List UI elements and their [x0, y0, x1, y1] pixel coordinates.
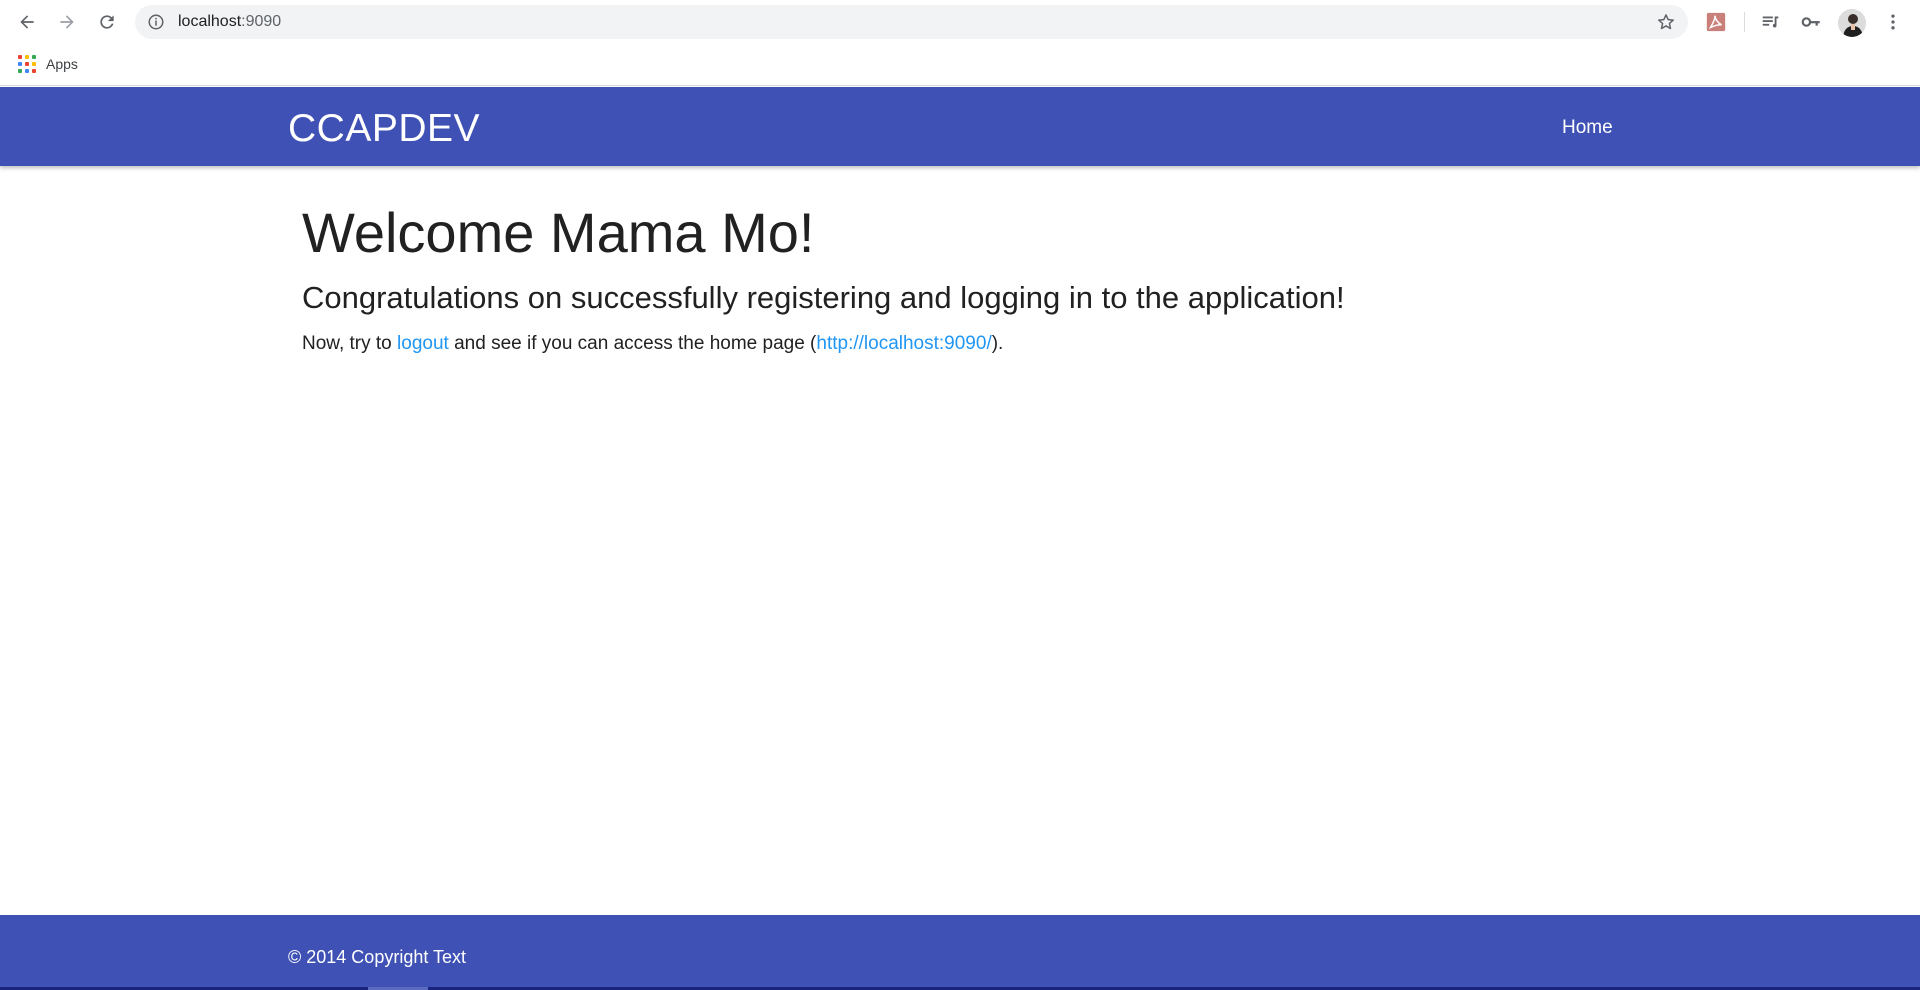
logout-link[interactable]: logout [397, 333, 449, 354]
url-port: :9090 [241, 13, 282, 30]
home-page-link[interactable]: http://localhost:9090/ [816, 333, 991, 354]
welcome-heading: Welcome Mama Mo! [302, 201, 815, 264]
bookmarks-bar: Apps [0, 44, 1920, 84]
password-key-button[interactable] [1795, 6, 1827, 38]
media-queue-icon [1762, 16, 1779, 28]
brand-logo-link[interactable]: CCAPDEV [288, 107, 480, 151]
instructions-suffix: ). [991, 333, 1004, 354]
info-icon[interactable] [147, 13, 165, 31]
reload-button[interactable] [91, 6, 123, 38]
nav-link-home[interactable]: Home [1562, 117, 1613, 139]
forward-icon [60, 15, 74, 29]
congrats-subheading: Congratulations on successfully register… [302, 280, 1345, 315]
browser-chrome: localhost:9090 Apps [0, 0, 1920, 86]
star-icon[interactable] [1656, 12, 1676, 32]
apps-bookmark[interactable]: Apps [18, 52, 78, 76]
instructions-middle: and see if you can access the home page … [448, 333, 817, 354]
reload-icon [100, 15, 114, 29]
menu-icon [1891, 14, 1895, 30]
instructions-text: Now, try to logout and see if you can ac… [302, 332, 1622, 356]
instructions-prefix: Now, try to [302, 333, 398, 354]
extension-separator [1744, 12, 1745, 32]
key-icon [1801, 17, 1820, 27]
url-text[interactable]: localhost:9090 [178, 13, 281, 31]
avatar-icon [1838, 9, 1866, 37]
page-footer: © 2014 Copyright Text [0, 915, 1920, 990]
acrobat-extension-icon [1706, 12, 1726, 32]
browser-menu-button[interactable] [1877, 6, 1909, 38]
acrobat-extension-button[interactable] [1700, 6, 1732, 38]
main-content: Welcome Mama Mo! Congratulations on succ… [302, 200, 1622, 356]
url-host: localhost [178, 13, 242, 30]
browser-toolbar: localhost:9090 [0, 0, 1920, 44]
back-icon [20, 15, 34, 29]
profile-avatar[interactable] [1838, 9, 1866, 37]
forward-button[interactable] [51, 6, 83, 38]
media-queue-button[interactable] [1755, 6, 1787, 38]
back-button[interactable] [11, 6, 43, 38]
apps-label: Apps [46, 56, 78, 72]
address-bar[interactable]: localhost:9090 [135, 5, 1688, 39]
top-navbar: CCAPDEV Home [0, 87, 1920, 166]
apps-grid-icon [18, 55, 36, 73]
copyright-text: © 2014 Copyright Text [288, 947, 467, 967]
